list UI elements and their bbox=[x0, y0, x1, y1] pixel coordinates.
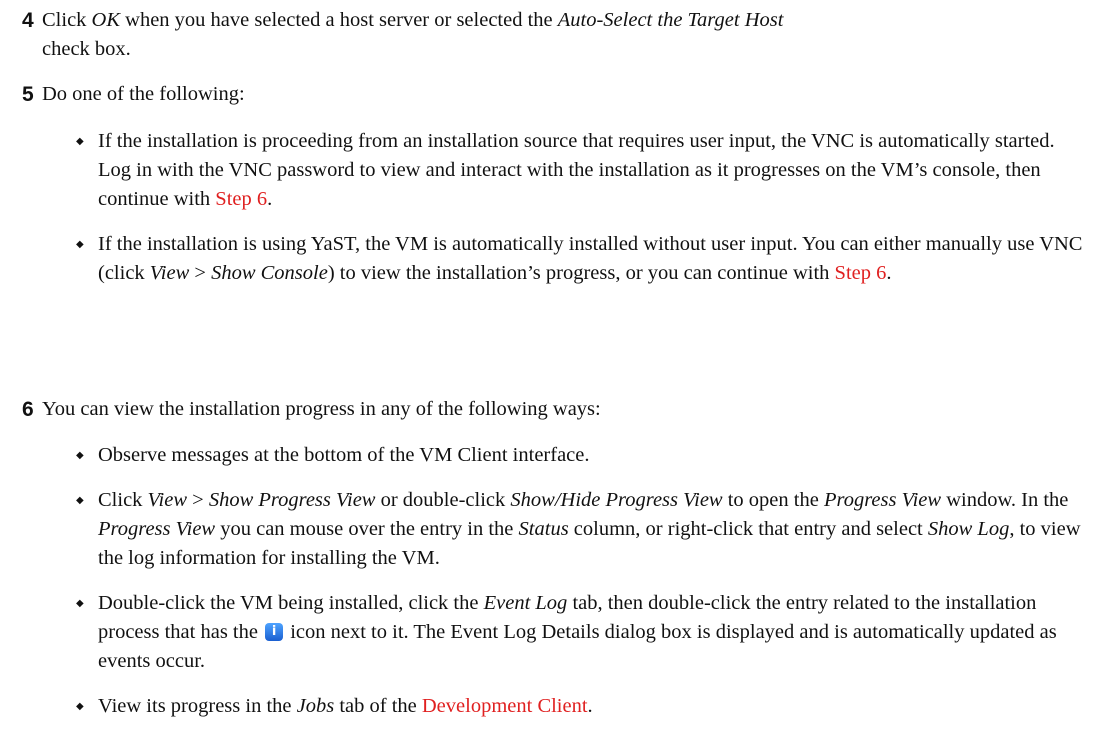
view-menu-term: View bbox=[147, 489, 188, 511]
list-item-text: tab of the bbox=[334, 695, 422, 717]
step-6-ways-list: Observe messages at the bottom of the VM… bbox=[76, 441, 1086, 737]
step-4-text-part: when you have selected a host server or … bbox=[120, 9, 558, 31]
menu-separator: > bbox=[187, 489, 209, 511]
info-icon bbox=[265, 623, 284, 641]
progress-view-term: Progress View bbox=[98, 518, 216, 540]
list-item-text: Double-click the VM being installed, cli… bbox=[98, 592, 484, 614]
list-item-text: Click bbox=[98, 489, 148, 511]
list-item-text: or double-click bbox=[375, 489, 511, 511]
step-4-text-part: Click bbox=[42, 9, 92, 31]
list-item-text: ) to view the installation’s progress, o… bbox=[327, 262, 835, 284]
status-column-term: Status bbox=[518, 518, 569, 540]
show-hide-progress-view-term: Show/Hide Progress View bbox=[510, 489, 723, 511]
step-5-intro: Do one of the following: bbox=[42, 83, 245, 105]
ok-term: OK bbox=[91, 9, 121, 31]
auto-select-term: Auto-Select the Target Host bbox=[557, 9, 784, 31]
list-item-text: View its progress in the bbox=[98, 695, 297, 717]
list-item: Double-click the VM being installed, cli… bbox=[76, 589, 1086, 676]
show-log-term: Show Log bbox=[927, 518, 1010, 540]
step-number-6: 6 bbox=[22, 398, 34, 421]
development-client-link[interactable]: Development Client bbox=[422, 695, 588, 717]
progress-view-term: Progress View bbox=[823, 489, 942, 511]
step-6-link[interactable]: Step 6 bbox=[835, 262, 887, 284]
list-item: Observe messages at the bottom of the VM… bbox=[76, 441, 1086, 470]
list-item-text: . bbox=[587, 695, 593, 717]
step-4-text-part: check box. bbox=[42, 38, 131, 60]
list-item-text: . bbox=[886, 262, 892, 284]
step-4-text: Click OK when you have selected a host s… bbox=[42, 6, 1092, 64]
list-item-text: to open the bbox=[722, 489, 824, 511]
step-5-options-list: If the installation is proceeding from a… bbox=[76, 127, 1086, 304]
list-item-text: window. In the bbox=[941, 489, 1069, 511]
list-item-text: . bbox=[267, 188, 273, 210]
step-6-link[interactable]: Step 6 bbox=[215, 188, 267, 210]
list-item: View its progress in the Jobs tab of the… bbox=[76, 692, 1086, 721]
step-number-5: 5 bbox=[22, 83, 34, 106]
show-progress-view-term: Show Progress View bbox=[208, 489, 376, 511]
view-menu-term: View bbox=[149, 262, 190, 284]
menu-separator: > bbox=[189, 262, 212, 284]
list-item: Click View > Show Progress View or doubl… bbox=[76, 486, 1086, 573]
step-number-4: 4 bbox=[22, 9, 34, 32]
event-log-tab-term: Event Log bbox=[483, 592, 568, 614]
list-item-text: you can mouse over the entry in the bbox=[215, 518, 519, 540]
step-6-intro: You can view the installation progress i… bbox=[42, 398, 601, 420]
show-console-term: Show Console bbox=[211, 262, 328, 284]
list-item-text: column, or right-click that entry and se… bbox=[568, 518, 928, 540]
jobs-tab-term: Jobs bbox=[296, 695, 335, 717]
list-item: If the installation is using YaST, the V… bbox=[76, 230, 1086, 288]
list-item: If the installation is proceeding from a… bbox=[76, 127, 1086, 214]
